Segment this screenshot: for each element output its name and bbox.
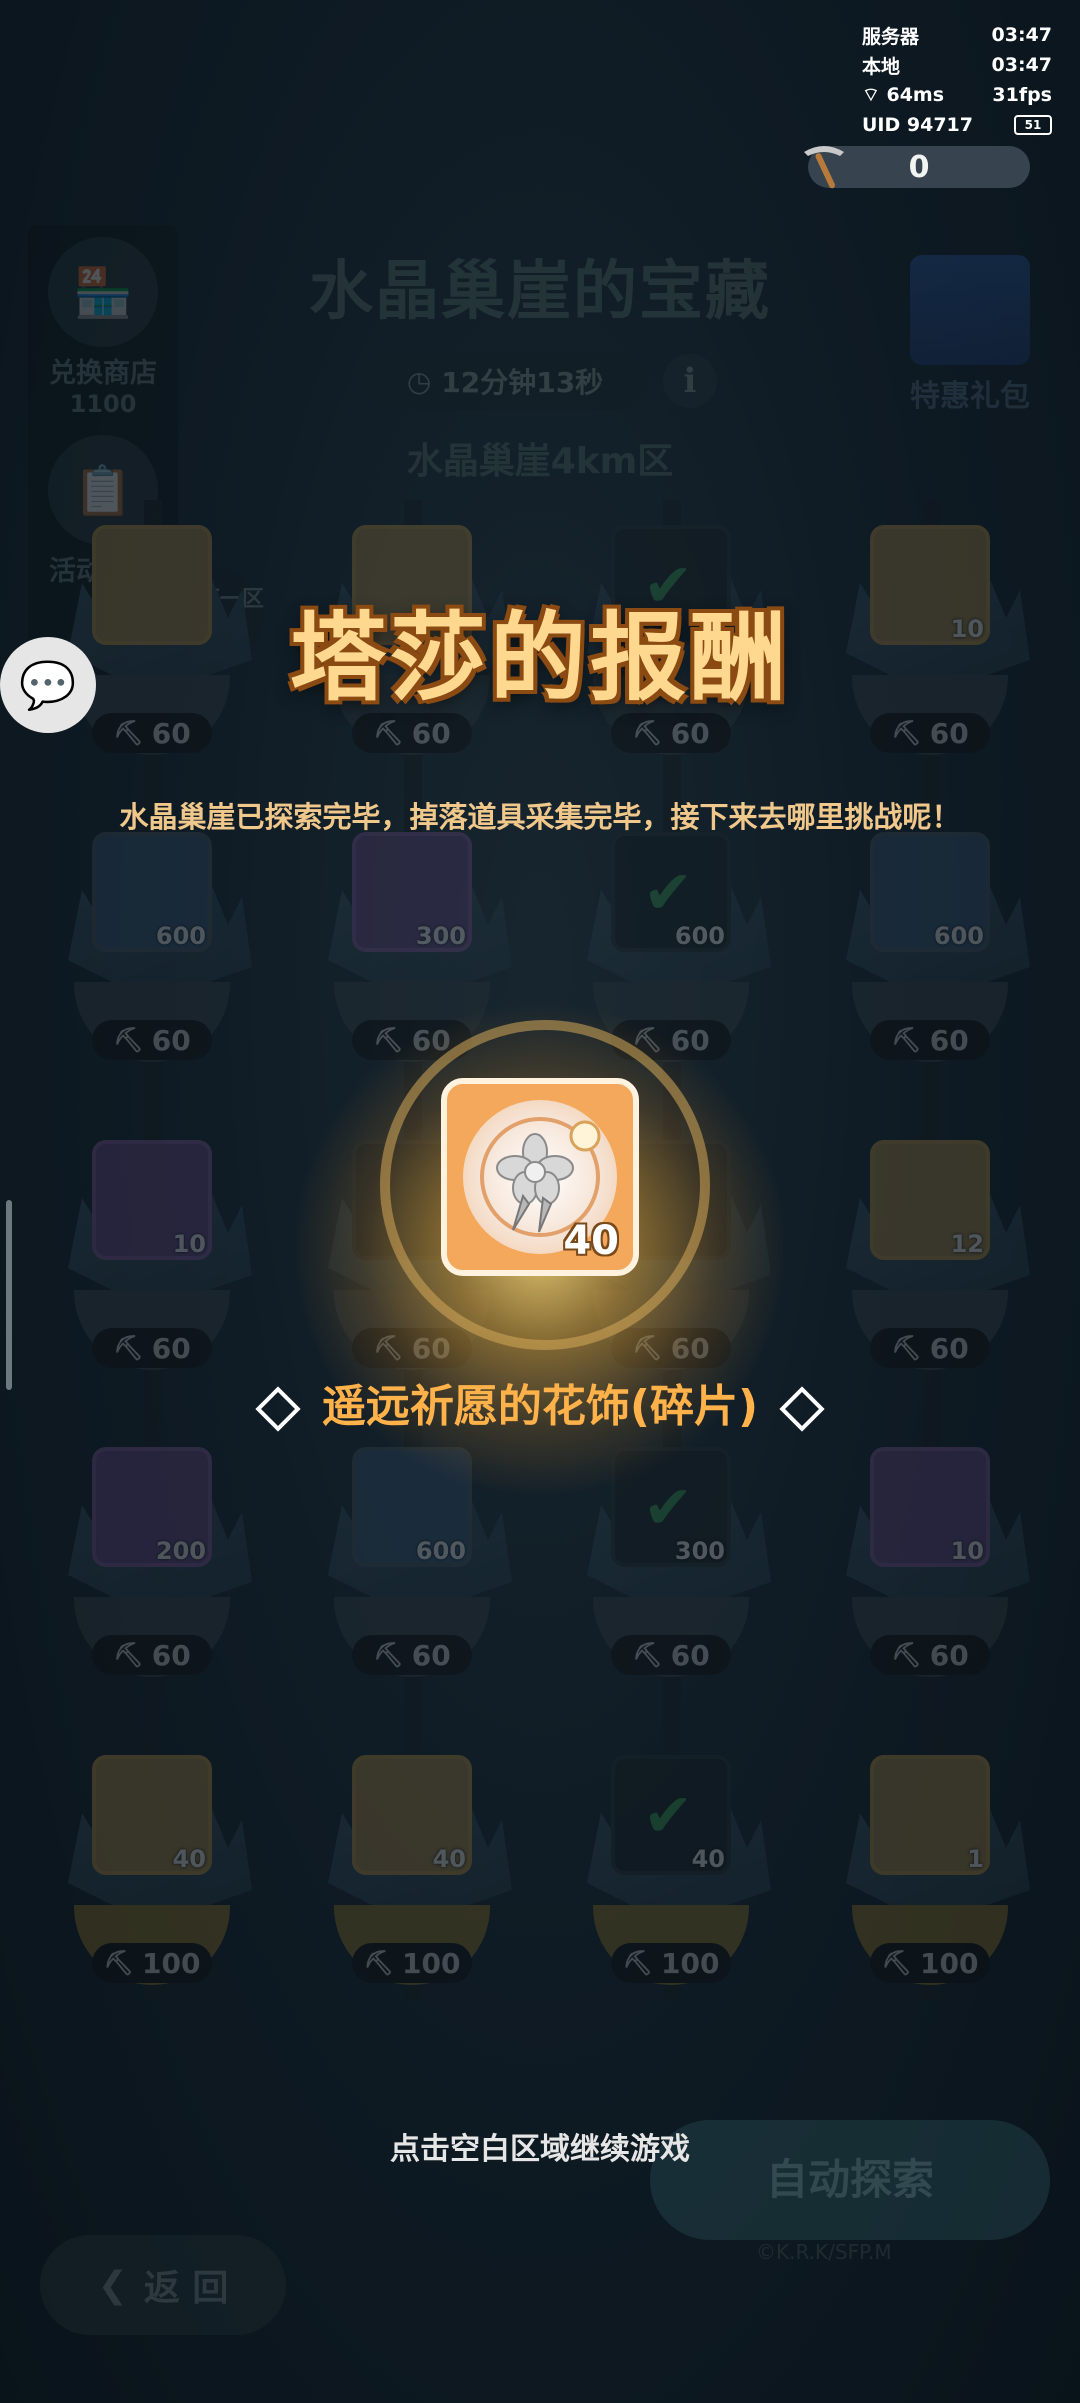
reward-item-qty: 40 (563, 1218, 619, 1264)
diamond-icon (255, 1386, 301, 1432)
wifi-icon: ⌔ (862, 84, 887, 106)
continue-hint: 点击空白区域继续游戏 (390, 2132, 690, 2167)
server-time: 03:47 (991, 24, 1052, 46)
scroll-indicator (6, 1200, 12, 1390)
status-overlay: 服务器 03:47 本地 03:47 ⌔ 64ms 31fps UID 94717 51 (862, 20, 1052, 140)
reward-item-name-row: 遥远祈愿的花饰(碎片) (0, 1370, 1080, 1434)
battery-icon: 51 (1014, 115, 1052, 135)
reward-title: 塔莎的报酬 (290, 602, 790, 714)
ping: 64ms (886, 84, 945, 106)
reward-item-card: 40 (441, 1078, 639, 1276)
server-label: 服务器 (862, 25, 920, 48)
fps: 31fps (992, 84, 1052, 106)
local-time: 03:47 (991, 54, 1052, 76)
pickaxe-icon (804, 146, 844, 189)
reward-description: 水晶巢崖已探索完毕，掉落道具采集完毕，接下来去哪里挑战呢！ (119, 800, 961, 834)
uid: UID 94717 (862, 114, 973, 136)
diamond-icon (779, 1386, 825, 1432)
local-label: 本地 (862, 55, 901, 78)
reward-item-name: 遥远祈愿的花饰(碎片) (321, 1381, 759, 1432)
